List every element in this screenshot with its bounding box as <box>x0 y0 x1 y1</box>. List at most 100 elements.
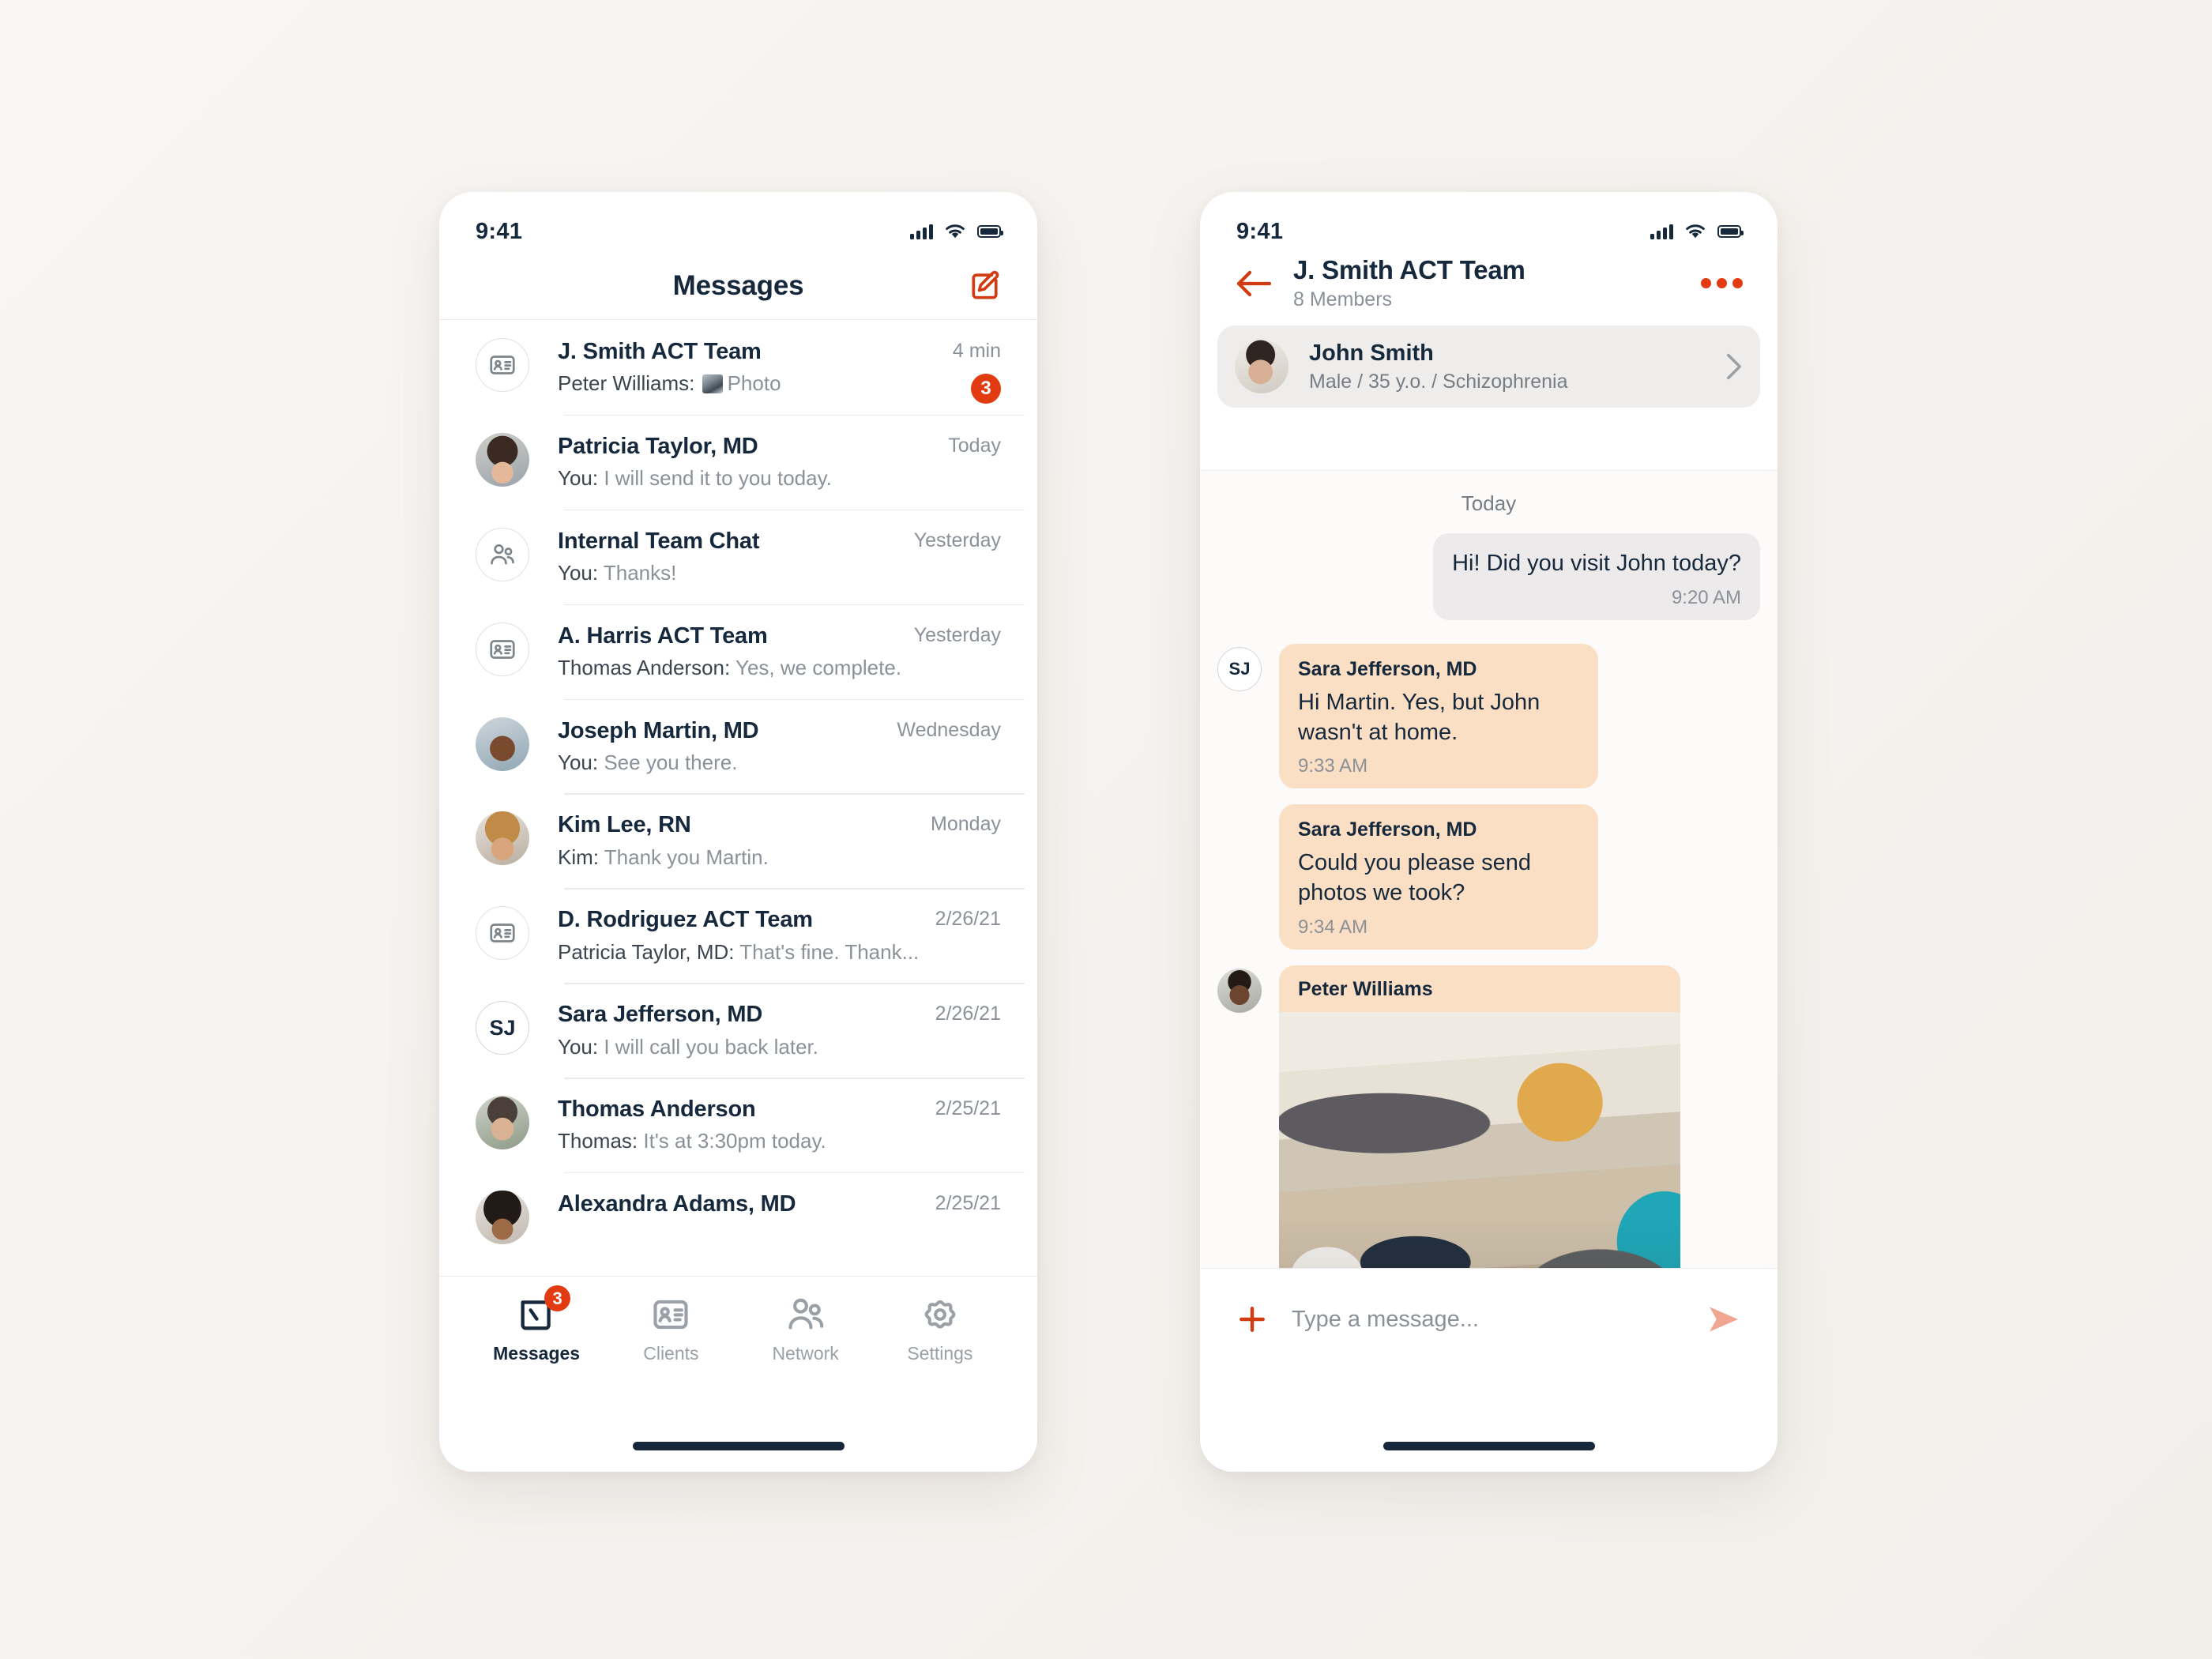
wifi-icon <box>946 224 965 239</box>
back-arrow-icon[interactable] <box>1235 268 1273 299</box>
message-input[interactable] <box>1292 1306 1683 1333</box>
conversation-meta: 2/26/21 <box>924 1001 1001 1027</box>
message-composer <box>1200 1268 1778 1472</box>
avatar <box>1217 968 1262 1013</box>
people-icon <box>785 1294 826 1335</box>
conversation-meta: Yesterday <box>903 623 1001 649</box>
day-separator: Today <box>1461 491 1517 515</box>
plus-icon[interactable] <box>1235 1302 1270 1337</box>
conversation-row[interactable]: Patricia Taylor, MD You: I will send it t… <box>476 414 1025 510</box>
conversation-time: 2/26/21 <box>935 908 1001 931</box>
conversation-time: 2/26/21 <box>935 1003 1001 1025</box>
conversation-name: J. Smith ACT Team <box>558 339 762 364</box>
conversation-name: Internal Team Chat <box>558 528 760 554</box>
conversation-time: 4 min <box>952 340 1001 362</box>
phone-chat-thread: 9:41 J. Smith ACT Team 8 Members John Sm… <box>1200 192 1778 1472</box>
avatar-initials: SJ <box>476 1001 529 1055</box>
chat-header-text: J. Smith ACT Team 8 Members <box>1293 255 1680 311</box>
conversation-body: Internal Team Chat You: Thanks! <box>558 528 903 604</box>
message-text: Hi! Did you visit John today? <box>1452 551 1741 576</box>
message-time: 9:34 AM <box>1298 916 1368 938</box>
avatar-spacer <box>1217 807 1262 852</box>
message-bubble-photo[interactable]: Peter Williams 9:37 AM <box>1279 965 1680 1268</box>
conversation-row[interactable]: Internal Team Chat You: Thanks! Yesterday <box>476 509 1025 604</box>
conversation-preview: Thomas Anderson: Yes, we complete... <box>558 656 903 679</box>
avatar <box>476 1096 529 1149</box>
chat-message-area[interactable]: Today Hi! Did you visit John today? 9:20 … <box>1200 470 1778 1268</box>
conversation-row[interactable]: A. Harris ACT Team Thomas Anderson: Yes, … <box>476 604 1025 699</box>
message-time: 9:33 AM <box>1298 755 1368 777</box>
bottom-tab-bar: 3 Messages Clients Network Settings <box>439 1276 1037 1472</box>
conversation-meta: 2/26/21 <box>924 906 1001 932</box>
patient-name: John Smith <box>1309 340 1434 366</box>
tab-messages[interactable]: 3 Messages <box>469 1285 604 1364</box>
conversation-name: Patricia Taylor, MD <box>558 433 758 459</box>
signal-bars-icon <box>1650 224 1673 239</box>
conversation-row[interactable]: Thomas Anderson Thomas: It's at 3:30pm to… <box>476 1078 1025 1172</box>
status-time: 9:41 <box>476 218 523 244</box>
conversation-row[interactable]: Kim Lee, RN Kim: Thank you Martin. Monday <box>476 793 1025 888</box>
conversation-row[interactable]: D. Rodriguez ACT Team Patricia Taylor, MD… <box>476 888 1025 983</box>
tab-badge: 3 <box>544 1285 571 1311</box>
group-icon <box>476 527 529 581</box>
message-row-incoming: Peter Williams 9:37 AM <box>1217 965 1760 1268</box>
conversation-meta: 2/25/21 <box>924 1191 1001 1217</box>
conversation-time: 2/25/21 <box>935 1191 1001 1214</box>
conversation-body: Alexandra Adams, MD <box>558 1191 924 1236</box>
message-bubble-incoming[interactable]: Sara Jefferson, MD Hi Martin. Yes, but Jo… <box>1279 643 1598 789</box>
avatar <box>476 811 529 866</box>
conversation-body: D. Rodriguez ACT Team Patricia Taylor, MD… <box>558 906 924 983</box>
tab-clients[interactable]: Clients <box>604 1294 738 1364</box>
chat-messages: Hi! Did you visit John today? 9:20 AM SJ Sa… <box>1217 533 1760 1268</box>
conversation-meta: 2/25/21 <box>924 1096 1001 1122</box>
more-options-icon[interactable] <box>1701 278 1743 288</box>
conversation-name: Kim Lee, RN <box>558 812 691 838</box>
message-text: Could you please send photos we took? <box>1298 850 1532 906</box>
message-bubble-outgoing[interactable]: Hi! Did you visit John today? 9:20 AM <box>1433 533 1760 620</box>
avatar <box>476 1190 529 1244</box>
conversation-meta: Monday <box>920 811 1001 837</box>
conversation-meta: 4 min 3 <box>942 338 1001 404</box>
conversation-name: Sara Jefferson, MD <box>558 1002 763 1028</box>
conversation-row[interactable]: SJ Sara Jefferson, MD You: I will call you… <box>476 983 1025 1078</box>
send-arrow-icon[interactable] <box>1705 1302 1743 1337</box>
conversation-row[interactable]: J. Smith ACT Team Peter Williams: Photo 4 … <box>476 320 1001 415</box>
conversation-time: Yesterday <box>913 623 1001 646</box>
chat-header: J. Smith ACT Team 8 Members <box>1200 252 1778 311</box>
message-sender: Sara Jefferson, MD <box>1298 657 1477 680</box>
tab-label: Settings <box>907 1343 973 1364</box>
photo-thumb-icon <box>702 374 723 394</box>
home-indicator <box>632 1442 845 1450</box>
conversation-row[interactable]: Joseph Martin, MD You: See you there. Wedn… <box>476 698 1025 794</box>
conversation-preview: You: I will send it to you today. <box>558 466 832 491</box>
conversation-name: A. Harris ACT Team <box>558 623 768 649</box>
patient-banner[interactable]: John Smith Male / 35 y.o. / Schizophreni… <box>1217 325 1760 408</box>
compose-icon[interactable] <box>968 269 1003 303</box>
battery-icon <box>1717 225 1744 238</box>
conversation-time: 2/25/21 <box>935 1097 1001 1119</box>
messages-header: Messages <box>439 252 1037 320</box>
status-icons <box>1650 223 1744 240</box>
conversation-row[interactable]: Alexandra Adams, MD 2/25/21 <box>476 1172 1025 1244</box>
conversation-body: Thomas Anderson Thomas: It's at 3:30pm to… <box>558 1096 924 1172</box>
conversation-preview: You: Thanks! <box>558 561 677 585</box>
message-photo[interactable]: 9:37 AM <box>1279 1011 1680 1268</box>
conversation-time: Wednesday <box>897 718 1001 741</box>
message-time: 9:20 AM <box>1671 586 1741 608</box>
status-bar-left: 9:41 <box>439 192 1037 252</box>
conversation-name: D. Rodriguez ACT Team <box>558 907 813 933</box>
conversation-preview: Peter Williams: Photo <box>558 371 781 396</box>
tab-network[interactable]: Network <box>739 1294 873 1364</box>
status-icons <box>910 223 1003 240</box>
conversation-body: Joseph Martin, MD You: See you there. <box>558 717 886 794</box>
conversation-list[interactable]: J. Smith ACT Team Peter Williams: Photo 4 … <box>439 320 1037 1336</box>
conversation-time: Today <box>948 434 1001 457</box>
tab-settings[interactable]: Settings <box>873 1294 1007 1364</box>
chat-subtitle: 8 Members <box>1293 288 1393 310</box>
message-row-incoming: Sara Jefferson, MD Could you please send … <box>1217 804 1760 950</box>
id-card-icon <box>476 622 529 676</box>
message-row-outgoing: Hi! Did you visit John today? 9:20 AM <box>1217 533 1760 620</box>
message-bubble-incoming[interactable]: Sara Jefferson, MD Could you please send … <box>1279 804 1598 950</box>
home-indicator <box>1382 1442 1595 1450</box>
message-text: Hi Martin. Yes, but John wasn't at home. <box>1298 689 1540 745</box>
